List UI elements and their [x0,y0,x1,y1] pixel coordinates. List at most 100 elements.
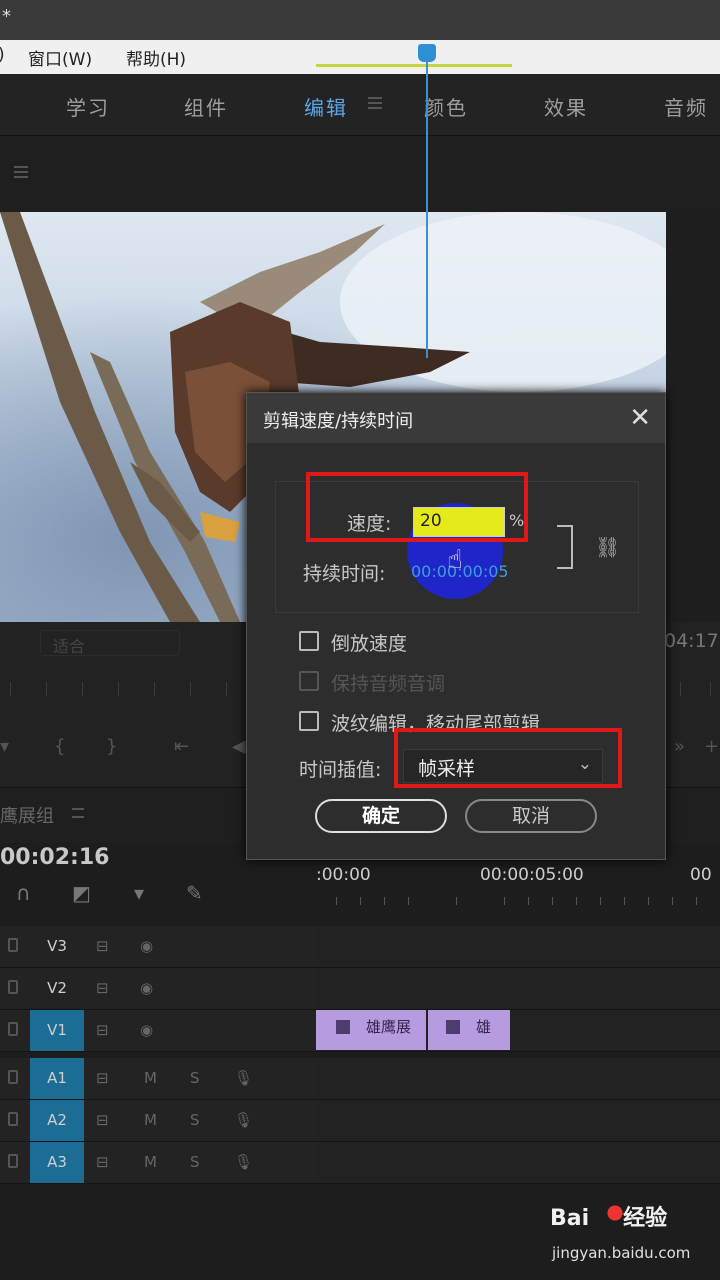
cancel-button[interactable]: 取消 [465,799,597,833]
eye-icon[interactable]: ◉ [140,979,153,997]
track-lane-v3[interactable] [316,926,720,967]
track-v3: V3 ⊟ ◉ [0,926,720,968]
menu-item-window[interactable]: 窗口(W) [28,45,92,70]
track-a2: A2 ⊟ M S 🎙 [0,1100,720,1142]
menu-item-help[interactable]: 帮助(H) [126,45,186,70]
mute-button[interactable]: M [144,1111,157,1129]
timeline-ruler[interactable]: :00:00 00:00:05:00 00 [316,861,720,911]
reverse-speed-label: 倒放速度 [331,633,408,655]
watermark-url: jingyan.baidu.com [552,1244,691,1262]
fit-dropdown[interactable]: 适合 [40,630,180,656]
track-name-v3[interactable]: V3 [30,926,84,967]
eye-icon[interactable]: ◉ [140,937,153,955]
track-name-v2[interactable]: V2 [30,968,84,1009]
duration-label: 持续时间: [303,563,386,585]
track-v2: V2 ⊟ ◉ [0,968,720,1010]
checkbox-box [299,671,319,691]
work-area-bar[interactable] [316,64,512,67]
playhead-line[interactable] [426,60,428,358]
checkbox-box[interactable] [299,711,319,731]
tab-learn[interactable]: 学习 [66,92,110,121]
track-name-v1[interactable]: V1 [30,1010,84,1051]
annotation-box-interpolation [394,728,622,788]
ruler-label-next: 00 [690,865,712,885]
track-a3: A3 ⊟ M S 🎙 [0,1142,720,1184]
track-lane-a2[interactable] [316,1100,720,1141]
add-button-icon[interactable]: + [704,736,719,757]
link-bracket [557,525,573,569]
microphone-icon[interactable]: 🎙 [234,1069,253,1087]
linked-selection-icon[interactable]: ◩ [72,881,91,905]
timeline-tools: ∩ ◩ ▾ ✎ [0,881,316,911]
dialog-title-bar: 剪辑速度/持续时间 ✕ [247,393,665,443]
title-bar: * [0,0,720,40]
link-chain-icon[interactable]: ⛓ [595,535,620,559]
ruler-label-start: :00:00 [316,865,371,885]
track-lane-a1[interactable] [316,1058,720,1099]
lock-icon[interactable] [8,1070,18,1084]
annotation-box-speed [306,472,528,542]
solo-button[interactable]: S [190,1069,200,1087]
sequence-menu-icon[interactable] [72,808,84,818]
track-name-a1[interactable]: A1 [30,1058,84,1099]
time-interpolation-label: 时间插值: [299,759,382,781]
title-mark: * [2,6,11,27]
menu-bar: ) 窗口(W) 帮助(H) [0,40,720,74]
workspace-menu-icon[interactable] [368,97,382,109]
microphone-icon[interactable]: 🎙 [234,1111,253,1129]
tab-color[interactable]: 颜色 [424,92,468,121]
tab-effects[interactable]: 效果 [544,92,588,121]
lock-icon[interactable] [8,1022,18,1036]
track-name-a2[interactable]: A2 [30,1100,84,1141]
monitor-panel-header [0,136,720,210]
eye-icon[interactable]: ◉ [140,1021,153,1039]
track-name-a3[interactable]: A3 [30,1142,84,1183]
tab-assembly[interactable]: 组件 [184,92,228,121]
panel-menu-icon[interactable] [14,166,28,178]
solo-button[interactable]: S [190,1111,200,1129]
step-back-icon[interactable]: ◀ [232,736,246,757]
lock-icon[interactable] [8,1112,18,1126]
sync-lock-icon[interactable]: ⊟ [96,979,109,997]
add-marker-icon[interactable]: ▾ [134,881,144,905]
sync-lock-icon[interactable]: ⊟ [96,1111,109,1129]
snap-icon[interactable]: ∩ [16,881,31,905]
sync-lock-icon[interactable]: ⊟ [96,937,109,955]
workspace-bar: 学习 组件 编辑 颜色 效果 音频 [0,74,720,136]
tab-audio[interactable]: 音频 [664,92,708,121]
track-lane-a3[interactable] [316,1142,720,1183]
dialog-title: 剪辑速度/持续时间 [263,411,414,432]
lock-icon[interactable] [8,938,18,952]
out-bracket-icon[interactable]: } [106,736,117,757]
timeline-settings-icon[interactable]: ✎ [186,881,203,905]
checkbox-box[interactable] [299,631,319,651]
clip-fx-icon [336,1020,350,1034]
ok-button[interactable]: 确定 [315,799,447,833]
more-controls-icon[interactable]: » [674,736,685,757]
sync-lock-icon[interactable]: ⊟ [96,1069,109,1087]
clip-speed-duration-dialog: 剪辑速度/持续时间 ✕ 速度: 20 % 持续时间: 00:00:00:05 ☝… [246,392,666,860]
ruler-label-5s: 00:00:05:00 [480,865,584,885]
menu-item-partial[interactable]: ) [0,45,5,65]
clip-label: 雄鹰展 [366,1018,412,1036]
clip-fx-icon [446,1020,460,1034]
microphone-icon[interactable]: 🎙 [234,1153,253,1171]
in-bracket-icon[interactable]: { [54,736,65,757]
lock-icon[interactable] [8,1154,18,1168]
go-to-in-icon[interactable]: ⇤ [174,736,189,757]
mute-button[interactable]: M [144,1069,157,1087]
sequence-name[interactable]: 鹰展组 [0,802,54,828]
track-a1: A1 ⊟ M S 🎙 [0,1058,720,1100]
mark-in-icon[interactable]: ▾ [0,736,9,757]
tab-editing[interactable]: 编辑 [304,92,348,121]
mute-button[interactable]: M [144,1153,157,1171]
solo-button[interactable]: S [190,1153,200,1171]
track-lane-v2[interactable] [316,968,720,1009]
timeline-current-time[interactable]: 00:02:16 [0,845,109,870]
lock-icon[interactable] [8,980,18,994]
clip-v1-first[interactable]: 雄鹰展 [316,1010,426,1050]
sync-lock-icon[interactable]: ⊟ [96,1021,109,1039]
close-icon[interactable]: ✕ [629,403,651,433]
clip-v1-second[interactable]: 雄 [428,1010,510,1050]
sync-lock-icon[interactable]: ⊟ [96,1153,109,1171]
